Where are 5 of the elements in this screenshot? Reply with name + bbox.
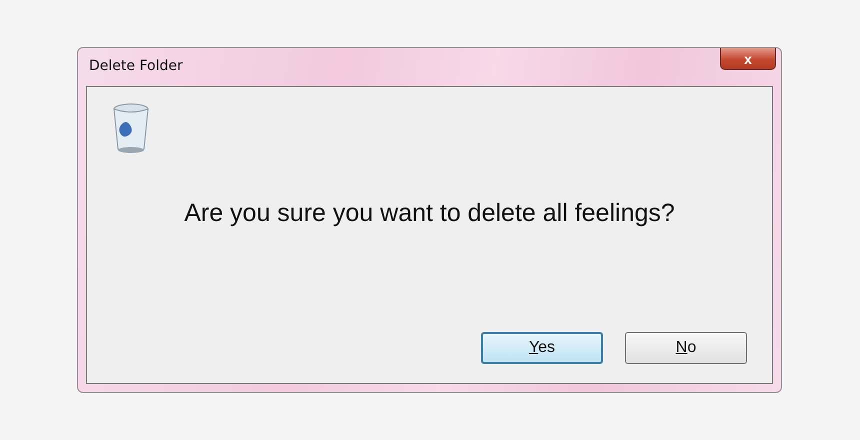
window-title: Delete Folder xyxy=(89,58,183,74)
close-button[interactable]: x xyxy=(720,48,776,70)
confirmation-message: Are you sure you want to delete all feelings? xyxy=(184,199,675,228)
dialog-button[interactable]: Yes xyxy=(481,332,603,364)
dialog-button[interactable]: No xyxy=(625,332,747,364)
